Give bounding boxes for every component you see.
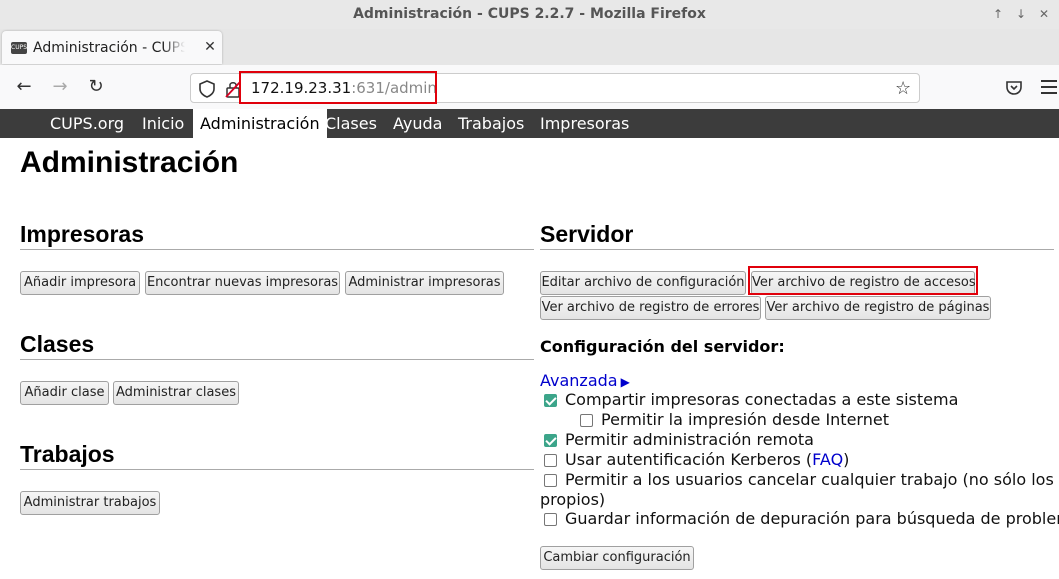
cups-menu-bar: CUPS.org Inicio Administración Clases Ay… [0,109,1059,138]
kerberos-label: Usar autentificación Kerberos (FAQ) [565,450,849,469]
nav-administracion[interactable]: Administración [193,109,327,138]
debug-logging-label: Guardar información de depuración para b… [565,509,1059,528]
access-log-highlight-box [748,266,978,295]
jobs-divider [20,469,534,470]
faq-link[interactable]: FAQ [812,450,843,469]
debug-logging-checkbox[interactable] [544,513,557,526]
kerberos-label-text: Usar autentificación Kerberos ( [565,450,813,469]
tab-strip: CUPS Administración - CUPS 2.2.7 - Mozil… [0,29,1059,85]
manage-jobs-button[interactable]: Administrar trabajos [20,491,160,515]
url-highlight-box [239,71,437,104]
tab-close-icon[interactable]: ✕ [201,38,219,56]
window-title: Administración - CUPS 2.2.7 - Mozilla Fi… [353,6,706,22]
jobs-section-title: Trabajos [20,441,115,467]
nav-impresoras[interactable]: Impresoras [533,109,636,138]
advanced-link-label: Avanzada [540,371,618,390]
view-page-log-button[interactable]: Ver archivo de registro de páginas [765,296,991,320]
shield-icon[interactable] [199,80,215,98]
window-close-button[interactable]: ✕ [1035,5,1053,23]
nav-cups-org[interactable]: CUPS.org [43,109,131,138]
change-settings-button[interactable]: Cambiar configuración [540,546,694,570]
bookmark-star-icon[interactable]: ☆ [895,78,911,99]
back-icon[interactable]: ← [14,77,34,97]
edit-config-file-button[interactable]: Editar archivo de configuración [540,271,746,295]
advanced-link[interactable]: Avanzada ▶ [540,371,630,390]
kerberos-label-suffix: ) [843,450,850,469]
internet-printing-checkbox[interactable] [580,414,593,427]
expand-arrow-icon: ▶ [620,375,630,389]
printers-section-title: Impresoras [20,221,145,247]
nav-ayuda[interactable]: Ayuda [386,109,449,138]
pocket-icon[interactable] [1004,78,1024,98]
classes-divider [20,359,534,360]
hamburger-menu-icon[interactable] [1041,80,1057,98]
window-titlebar: Administración - CUPS 2.2.7 - Mozilla Fi… [0,0,1059,30]
cups-favicon-icon: CUPS [11,42,27,54]
server-config-title: Configuración del servidor: [540,337,785,356]
server-divider [540,249,1054,250]
classes-section-title: Clases [20,331,95,357]
add-printer-button[interactable]: Añadir impresora [20,271,140,295]
printers-divider [20,249,534,250]
window-up-button[interactable]: ↑ [989,5,1007,23]
forward-icon[interactable]: → [50,77,70,97]
share-printers-label: Compartir impresoras conectadas a este s… [565,390,959,409]
find-new-printers-button[interactable]: Encontrar nuevas impresoras [145,271,340,295]
add-class-button[interactable]: Añadir clase [20,381,109,405]
internet-printing-label: Permitir la impresión desde Internet [601,410,889,429]
server-section-title: Servidor [540,221,634,247]
cancel-any-job-label: Permitir a los usuarios cancelar cualqui… [565,470,1059,489]
remote-admin-label: Permitir administración remota [565,430,814,449]
manage-classes-button[interactable]: Administrar clases [113,381,239,405]
kerberos-checkbox[interactable] [544,454,557,467]
tab-label: Administración - CUPS 2.2.7 - Mozilla Fi… [33,40,185,56]
nav-trabajos[interactable]: Trabajos [451,109,531,138]
remote-admin-checkbox[interactable] [544,434,557,447]
window-down-button[interactable]: ↓ [1012,5,1030,23]
cancel-any-job-label-cont: propios) [540,490,606,509]
reload-icon[interactable]: ↻ [86,77,106,97]
nav-clases[interactable]: Clases [318,109,384,138]
view-error-log-button[interactable]: Ver archivo de registro de errores [540,296,761,320]
page-title: Administración [20,146,239,179]
manage-printers-button[interactable]: Administrar impresoras [345,271,504,295]
browser-tab[interactable]: CUPS Administración - CUPS 2.2.7 - Mozil… [2,31,222,64]
nav-inicio[interactable]: Inicio [135,109,191,138]
share-printers-checkbox[interactable] [544,394,557,407]
cancel-any-job-checkbox[interactable] [544,474,557,487]
